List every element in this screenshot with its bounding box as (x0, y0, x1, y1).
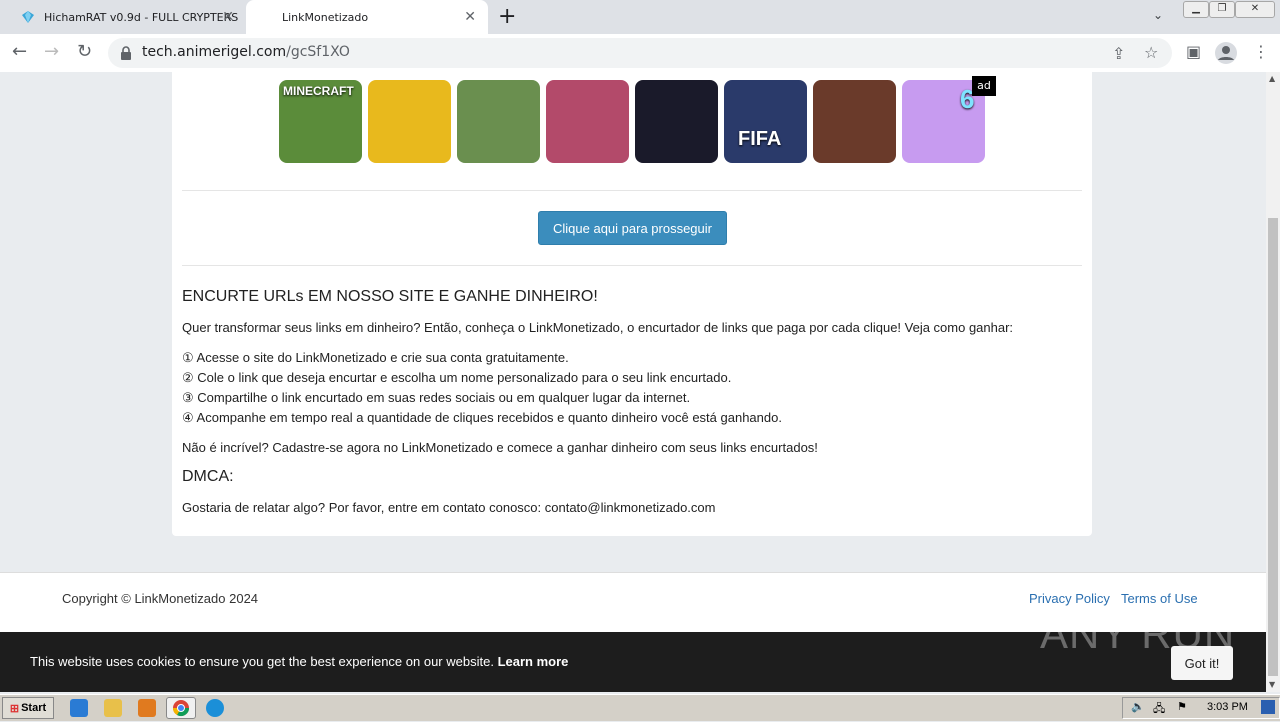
url-host: tech.animerigel.com (142, 44, 287, 60)
minimize-window-icon[interactable]: ▁ (1183, 1, 1209, 18)
game-label: FIFA (738, 128, 782, 150)
share-icon[interactable]: ⇪ (1112, 44, 1125, 63)
close-tab-icon[interactable]: ✕ (222, 9, 234, 25)
page-scrollbar[interactable]: ▲ ▼ (1266, 72, 1280, 692)
step-item: ① Acesse o site do LinkMonetizado e crie… (182, 350, 569, 365)
media-player-icon[interactable] (138, 699, 156, 717)
divider (182, 190, 1082, 191)
folder-icon[interactable] (104, 699, 122, 717)
anyrun-watermark: ANY RUN (1040, 610, 1236, 657)
side-panel-icon[interactable]: ▣ (1186, 42, 1201, 61)
address-bar[interactable]: tech.animerigel.com/gcSf1XO ⇪ ☆ (108, 38, 1172, 68)
close-window-icon[interactable]: ✕ (1235, 1, 1275, 18)
page-viewport: MINECRAFT FIFA 6 ad Clique aqui para pross… (0, 72, 1266, 692)
privacy-policy-link[interactable]: Privacy Policy (1029, 591, 1110, 606)
proceed-button[interactable]: Clique aqui para prosseguir (538, 211, 727, 245)
among-us-thumb[interactable] (635, 80, 718, 163)
ie-icon[interactable] (70, 699, 88, 717)
scroll-up-icon[interactable]: ▲ (1269, 74, 1275, 83)
lock-icon (121, 46, 131, 60)
ad-badge[interactable]: ad (972, 76, 996, 96)
menu-kebab-icon[interactable]: ⋮ (1253, 42, 1269, 61)
tab-title: LinkMonetizado (282, 10, 369, 24)
forward-arrow-icon[interactable]: → (44, 42, 59, 62)
content-card: MINECRAFT FIFA 6 ad Clique aqui para pross… (172, 72, 1092, 536)
edge-icon[interactable] (206, 699, 224, 717)
step-item: ③ Compartilhe o link encurtado em suas r… (182, 390, 691, 405)
bookmark-star-icon[interactable]: ☆ (1144, 43, 1158, 62)
intro-text: Quer transformar seus links em dinheiro?… (182, 320, 1014, 335)
chevron-down-icon[interactable]: ⌄ (1153, 8, 1163, 22)
minecraft-thumb[interactable]: MINECRAFT (279, 80, 362, 163)
windows-logo-icon: ⊞ (9, 702, 20, 715)
chrome-taskbar-button[interactable] (166, 697, 196, 719)
step-item: ② Cole o link que deseja encurtar e esco… (182, 370, 732, 385)
back-arrow-icon[interactable]: ← (12, 42, 27, 62)
diamond-favicon-icon (22, 11, 34, 23)
terms-of-use-link[interactable]: Terms of Use (1121, 591, 1198, 606)
volume-icon[interactable]: 🔈 (1131, 700, 1145, 713)
clock[interactable]: 3:03 PM (1207, 701, 1248, 713)
url-path: /gcSf1XO (286, 44, 350, 60)
closing-text: Não é incrível? Cadastre-se agora no Lin… (182, 440, 818, 455)
fnaf-thumb[interactable] (813, 80, 896, 163)
tab-linkmonetizado[interactable]: LinkMonetizado ✕ (246, 0, 488, 34)
cookie-message: This website uses cookies to ensure you … (30, 654, 568, 669)
fifa-thumb[interactable]: FIFA (724, 80, 807, 163)
system-tray: 🔈 🖧 ⚑ 3:03 PM (1122, 697, 1280, 719)
flag-icon[interactable]: ⚑ (1177, 700, 1187, 713)
show-desktop-icon[interactable] (1261, 700, 1275, 714)
page-heading: ENCURTE URLs EM NOSSO SITE E GANHE DINHE… (182, 288, 598, 305)
windows-taskbar: ⊞ Start 🔈 🖧 ⚑ 3:03 PM (0, 694, 1280, 721)
dmca-heading: DMCA: (182, 468, 234, 485)
new-tab-plus-icon[interactable]: + (498, 5, 516, 29)
copyright-text: Copyright © LinkMonetizado 2024 (62, 591, 259, 606)
start-label: Start (21, 702, 47, 714)
profile-avatar-icon[interactable] (1214, 41, 1238, 65)
dmca-text: Gostaria de relatar algo? Por favor, ent… (182, 500, 716, 515)
restore-window-icon[interactable]: ❐ (1209, 1, 1235, 18)
start-button[interactable]: ⊞ Start (2, 697, 54, 719)
tab-title: HichamRAT v0.9d - FULL CRYPTERS (44, 10, 239, 24)
roblox-thumb[interactable] (457, 80, 540, 163)
game-label: MINECRAFT (283, 84, 354, 98)
chrome-icon (172, 700, 190, 717)
divider (182, 265, 1082, 266)
cookie-text: This website uses cookies to ensure you … (30, 654, 494, 669)
scary-teacher-thumb[interactable] (546, 80, 629, 163)
network-icon[interactable]: 🖧 (1153, 700, 1165, 719)
browser-toolbar: ← → ↻ tech.animerigel.com/gcSf1XO ⇪ ☆ ▣ … (0, 34, 1280, 73)
scrollbar-thumb[interactable] (1268, 218, 1278, 676)
tab-hichamrat[interactable]: HichamRAT v0.9d - FULL CRYPTERS ✕ (8, 0, 246, 34)
car-racing-thumb[interactable] (368, 80, 451, 163)
scroll-down-icon[interactable]: ▼ (1269, 680, 1275, 689)
url-text: tech.animerigel.com/gcSf1XO (142, 44, 350, 60)
step-item: ④ Acompanhe em tempo real a quantidade d… (182, 410, 782, 425)
reload-icon[interactable]: ↻ (77, 42, 92, 62)
tab-strip: HichamRAT v0.9d - FULL CRYPTERS ✕ LinkMo… (0, 0, 1280, 34)
close-tab-icon[interactable]: ✕ (464, 9, 476, 25)
learn-more-link[interactable]: Learn more (498, 654, 569, 669)
